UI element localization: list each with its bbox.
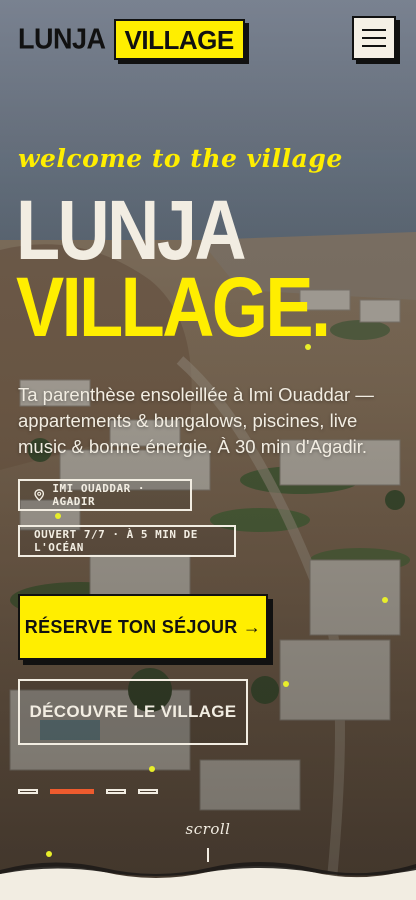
location-pin-icon: [34, 489, 45, 502]
hamburger-icon: [362, 37, 386, 39]
slide-indicator-1[interactable]: [18, 789, 38, 794]
hero-title-line2-text: VILLAGE: [16, 260, 314, 355]
slide-indicator-3[interactable]: [106, 789, 126, 794]
scroll-hint[interactable]: scroll: [0, 820, 416, 838]
hours-tag: OUVERT 7/7 · À 5 MIN DE L'OCÉAN: [18, 525, 236, 557]
decorative-dot: [55, 513, 61, 519]
wave-divider: [0, 862, 416, 900]
slide-indicator-2[interactable]: [50, 789, 94, 794]
book-stay-button[interactable]: RÉSERVE TON SÉJOUR →: [18, 594, 268, 660]
decorative-dot: [283, 681, 289, 687]
location-tag: IMI OUADDAR · AGADIR: [18, 479, 192, 511]
logo-village-badge: VILLAGE: [113, 18, 245, 60]
location-tag-label: IMI OUADDAR · AGADIR: [52, 482, 145, 508]
decorative-dot: [149, 766, 155, 772]
menu-button[interactable]: [352, 16, 396, 60]
logo-lunja-text: LUNJA: [18, 22, 106, 55]
slide-indicator-4[interactable]: [138, 789, 158, 794]
hamburger-icon: [362, 45, 386, 47]
hero-title-line1: LUNJA: [16, 183, 246, 277]
welcome-tagline: welcome to the village: [18, 144, 343, 173]
decorative-dot: [382, 597, 388, 603]
hero-section: LUNJA VILLAGE welcome to the village LUN…: [0, 0, 416, 900]
slide-indicators: [18, 789, 158, 794]
site-logo[interactable]: LUNJA VILLAGE: [18, 18, 245, 60]
hours-tag-label: OUVERT 7/7 · À 5 MIN DE L'OCÉAN: [34, 528, 198, 554]
hero-title: LUNJA VILLAGE.: [16, 183, 331, 349]
discover-village-button[interactable]: DÉCOUVRE LE VILLAGE: [18, 679, 248, 745]
hero-title-stop: .: [310, 260, 331, 355]
hero-title-line2: VILLAGE.: [16, 265, 331, 349]
hero-description: Ta parenthèse ensoleillée à Imi Ouaddar …: [18, 383, 374, 457]
hamburger-icon: [362, 29, 386, 31]
